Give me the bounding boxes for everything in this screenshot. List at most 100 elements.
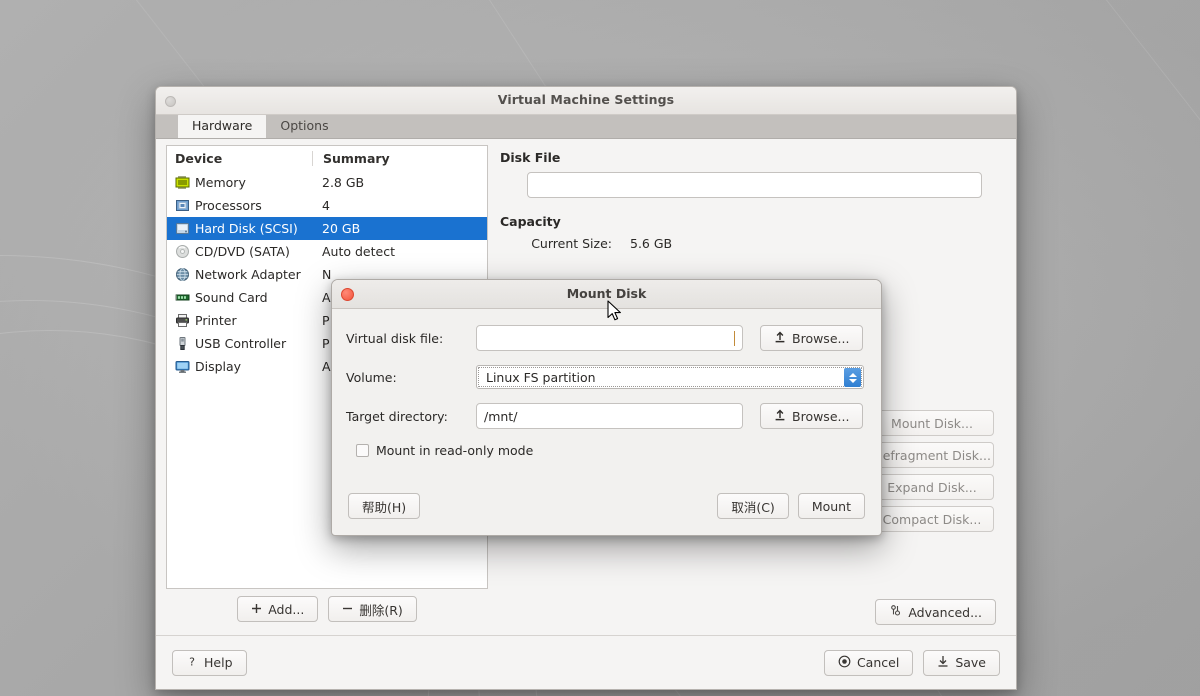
device-name: Memory <box>195 175 246 190</box>
capacity-section-title: Capacity <box>500 214 1006 229</box>
device-name: CD/DVD (SATA) <box>195 244 290 259</box>
device-row-hard-disk[interactable]: Hard Disk (SCSI) 20 GB <box>167 217 487 240</box>
target-directory-value: /mnt/ <box>484 409 517 424</box>
browse-label: Browse... <box>792 331 849 346</box>
upload-icon <box>774 408 786 424</box>
device-name: Sound Card <box>195 290 268 305</box>
svg-text:?: ? <box>189 655 195 668</box>
volume-selected-value: Linux FS partition <box>486 370 596 385</box>
tab-hardware[interactable]: Hardware <box>178 114 266 138</box>
help-button[interactable]: ? Help <box>172 650 247 676</box>
readonly-checkbox[interactable] <box>356 444 369 457</box>
remove-device-button[interactable]: 删除(R) <box>328 596 416 622</box>
device-summary: P <box>312 313 330 328</box>
minus-icon <box>342 602 353 617</box>
plus-icon <box>251 602 262 617</box>
mount-disk-dialog: Mount Disk Virtual disk file: Browse... … <box>331 279 882 536</box>
usb-controller-icon <box>175 336 190 351</box>
current-size-row: Current Size: 5.6 GB <box>527 236 1006 251</box>
device-name: USB Controller <box>195 336 286 351</box>
column-header-summary: Summary <box>312 151 390 166</box>
device-summary: N <box>312 267 331 282</box>
device-row-processors[interactable]: Processors 4 <box>167 194 487 217</box>
compact-disk-button[interactable]: Compact Disk... <box>870 506 994 532</box>
dialog-cancel-button[interactable]: 取消(C) <box>717 493 788 519</box>
target-directory-input[interactable]: /mnt/ <box>476 403 743 429</box>
window-footer: ? Help Cancel Save <box>156 635 1016 689</box>
download-save-icon <box>937 655 949 671</box>
device-summary: 4 <box>312 198 330 213</box>
chevron-updown-icon[interactable] <box>844 368 861 387</box>
memory-icon <box>175 175 190 190</box>
display-icon <box>175 359 190 374</box>
cd-dvd-icon <box>175 244 190 259</box>
dialog-help-button[interactable]: 帮助(H) <box>348 493 420 519</box>
virtual-disk-file-label: Virtual disk file: <box>346 331 476 346</box>
target-directory-label: Target directory: <box>346 409 476 424</box>
cancel-icon <box>838 655 851 671</box>
advanced-row: Advanced... <box>875 599 996 625</box>
upload-icon <box>774 330 786 346</box>
cancel-button[interactable]: Cancel <box>824 650 913 676</box>
disk-file-input[interactable] <box>527 172 982 198</box>
column-header-device: Device <box>175 151 312 166</box>
disk-file-section-title: Disk File <box>500 150 1006 165</box>
save-label: Save <box>955 655 986 670</box>
device-name: Network Adapter <box>195 267 301 282</box>
device-name: Hard Disk (SCSI) <box>195 221 298 236</box>
printer-icon <box>175 313 190 328</box>
readonly-checkbox-row[interactable]: Mount in read-only mode <box>356 443 865 458</box>
hard-disk-icon <box>175 221 190 236</box>
device-name: Printer <box>195 313 237 328</box>
window-title: Virtual Machine Settings <box>156 92 1016 107</box>
current-size-label: Current Size: <box>527 236 612 251</box>
device-name: Display <box>195 359 241 374</box>
mount-disk-button[interactable]: Mount Disk... <box>870 410 994 436</box>
add-device-label: Add... <box>268 602 304 617</box>
dialog-footer: 帮助(H) 取消(C) Mount <box>332 477 881 535</box>
volume-select[interactable]: Linux FS partition <box>476 365 864 389</box>
defragment-disk-button[interactable]: Defragment Disk... <box>870 442 994 468</box>
help-label: Help <box>204 655 233 670</box>
processor-icon <box>175 198 190 213</box>
tab-options[interactable]: Options <box>266 114 342 138</box>
add-device-button[interactable]: Add... <box>237 596 318 622</box>
device-summary: P <box>312 336 330 351</box>
save-button[interactable]: Save <box>923 650 1000 676</box>
device-summary: 20 GB <box>312 221 360 236</box>
browse-label: Browse... <box>792 409 849 424</box>
dialog-titlebar: Mount Disk <box>332 280 881 309</box>
target-directory-row: Target directory: /mnt/ Browse... <box>346 403 865 429</box>
sound-card-icon <box>175 290 190 305</box>
device-summary: 2.8 GB <box>312 175 364 190</box>
device-list-header: Device Summary <box>167 146 487 171</box>
current-size-value: 5.6 GB <box>630 236 672 251</box>
readonly-checkbox-label: Mount in read-only mode <box>376 443 533 458</box>
device-row-cd-dvd[interactable]: CD/DVD (SATA) Auto detect <box>167 240 487 263</box>
device-list-actions: Add... 删除(R) <box>166 589 488 629</box>
network-icon <box>175 267 190 282</box>
dialog-mount-button[interactable]: Mount <box>798 493 865 519</box>
window-titlebar: Virtual Machine Settings <box>156 87 1016 115</box>
advanced-label: Advanced... <box>908 605 982 620</box>
volume-label: Volume: <box>346 370 476 385</box>
target-directory-browse-button[interactable]: Browse... <box>760 403 863 429</box>
virtual-disk-file-row: Virtual disk file: Browse... <box>346 325 865 351</box>
cancel-label: Cancel <box>857 655 899 670</box>
remove-device-label: 删除(R) <box>359 600 402 619</box>
question-mark-icon: ? <box>186 655 198 671</box>
dialog-body: Virtual disk file: Browse... Volume: Lin… <box>332 309 881 458</box>
gear-icon <box>889 604 902 620</box>
text-caret <box>734 331 735 346</box>
device-summary: A <box>312 290 331 305</box>
advanced-button[interactable]: Advanced... <box>875 599 996 625</box>
dialog-footer-actions: 取消(C) Mount <box>717 493 865 519</box>
virtual-disk-file-input[interactable] <box>476 325 743 351</box>
virtual-disk-file-browse-button[interactable]: Browse... <box>760 325 863 351</box>
device-summary: Auto detect <box>312 244 395 259</box>
device-row-memory[interactable]: Memory 2.8 GB <box>167 171 487 194</box>
device-summary: A <box>312 359 331 374</box>
tab-strip: Hardware Options <box>156 115 1016 139</box>
footer-actions: Cancel Save <box>824 650 1000 676</box>
expand-disk-button[interactable]: Expand Disk... <box>870 474 994 500</box>
